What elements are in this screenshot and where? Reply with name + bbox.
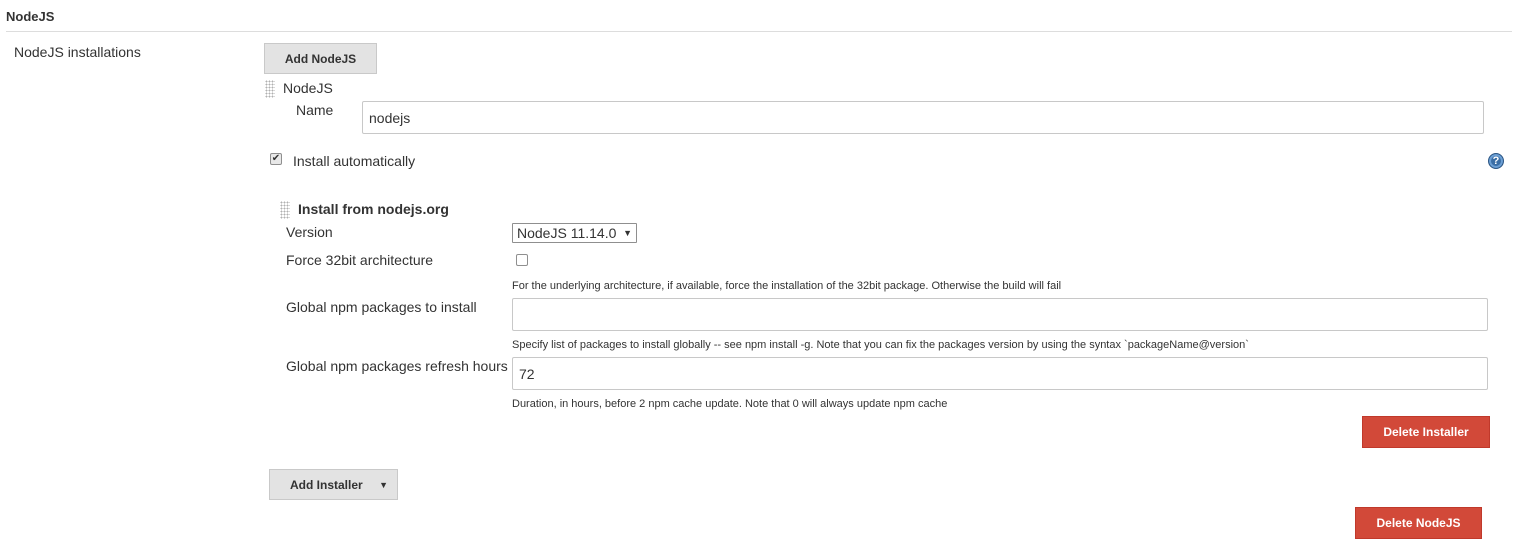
force32-checkbox[interactable] [516,254,528,266]
help-icon[interactable]: ? [1488,153,1504,169]
dropdown-arrow-icon: ▼ [379,479,388,490]
chevron-down-icon: ▼ [623,228,632,238]
version-selected-value: NodeJS 11.14.0 [517,225,617,241]
name-input[interactable]: nodejs [362,101,1484,134]
npm-packages-input[interactable] [512,298,1488,331]
force32-label: Force 32bit architecture [286,252,434,268]
version-label: Version [286,224,333,240]
installations-label: NodeJS installations [14,44,141,60]
refresh-hours-help: Duration, in hours, before 2 npm cache u… [512,398,948,410]
npm-packages-help: Specify list of packages to install glob… [512,339,1249,351]
install-automatically-checkbox[interactable]: ✔ [270,153,282,165]
refresh-hours-input-value: 72 [519,365,535,382]
installer-drag-handle-icon[interactable] [280,201,290,219]
section-divider [6,31,1512,32]
installer-title: Install from nodejs.org [298,201,449,217]
name-label: Name [296,102,334,118]
add-installer-label: Add Installer [290,477,363,492]
install-automatically-label: Install automatically [293,153,416,169]
installation-header: NodeJS [283,80,333,96]
refresh-hours-label: Global npm packages refresh hours [286,358,508,374]
name-input-value: nodejs [369,109,411,126]
npm-packages-label: Global npm packages to install [286,299,477,315]
refresh-hours-input[interactable]: 72 [512,357,1488,390]
add-installer-button[interactable]: Add Installer ▼ [269,469,398,500]
version-select[interactable]: NodeJS 11.14.0 ▼ [512,223,637,243]
drag-handle-icon[interactable] [265,80,275,98]
help-icon-glyph: ? [1492,155,1500,167]
checkmark-icon: ✔ [271,153,281,164]
force32-help: For the underlying architecture, if avai… [512,280,1062,292]
add-nodejs-button[interactable]: Add NodeJS [264,43,377,74]
delete-nodejs-button[interactable]: Delete NodeJS [1355,507,1482,539]
section-title: NodeJS [6,9,55,24]
delete-installer-button[interactable]: Delete Installer [1362,416,1490,448]
